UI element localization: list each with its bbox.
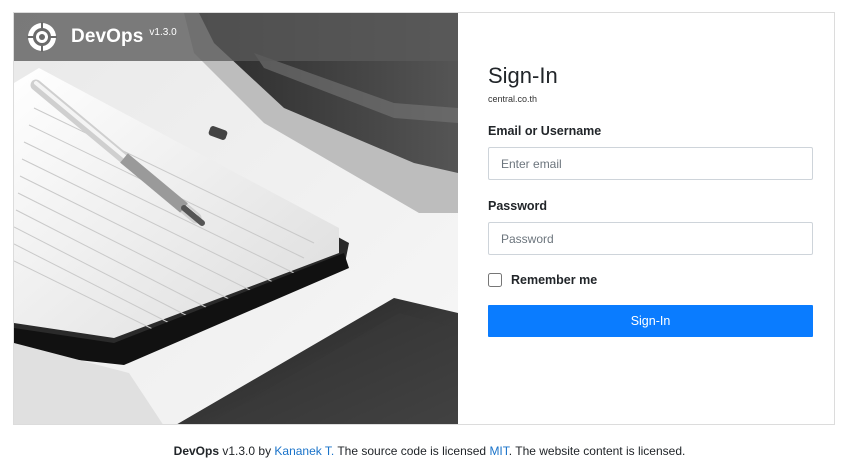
domain-subtitle: central.co.th <box>488 94 538 104</box>
email-field[interactable] <box>488 147 813 180</box>
footer-version-by: v1.3.0 by <box>219 444 275 458</box>
brand-version: v1.3.0 <box>149 27 177 38</box>
brand-name: DevOps <box>71 26 144 47</box>
target-gear-icon <box>27 22 57 52</box>
email-label: Email or Username <box>488 124 602 138</box>
login-card: DevOps v1.3.0 Sign-In central.co.th Emai… <box>13 12 835 425</box>
sign-in-form: Sign-In central.co.th Email or Username … <box>458 13 834 424</box>
page-footer: DevOps v1.3.0 by Kananek T. The source c… <box>0 444 859 458</box>
brand-header-bar: DevOps v1.3.0 <box>14 13 458 61</box>
hero-image-panel: DevOps v1.3.0 <box>14 13 458 424</box>
footer-mid-text: The source code is licensed <box>334 444 490 458</box>
password-label: Password <box>488 199 548 213</box>
license-link[interactable]: MIT <box>489 444 508 458</box>
author-link[interactable]: Kananek T. <box>274 444 334 458</box>
footer-product: DevOps <box>173 444 220 458</box>
remember-me-label: Remember me <box>511 273 598 287</box>
password-field[interactable] <box>488 222 813 255</box>
page-title: Sign-In <box>488 63 558 88</box>
sign-in-button[interactable]: Sign-In <box>488 305 813 337</box>
footer-end-text: . The website content is licensed. <box>508 444 686 458</box>
notebook-laptop-photo <box>14 13 458 424</box>
remember-me-row: Remember me <box>488 273 597 287</box>
remember-me-checkbox[interactable] <box>488 273 502 287</box>
